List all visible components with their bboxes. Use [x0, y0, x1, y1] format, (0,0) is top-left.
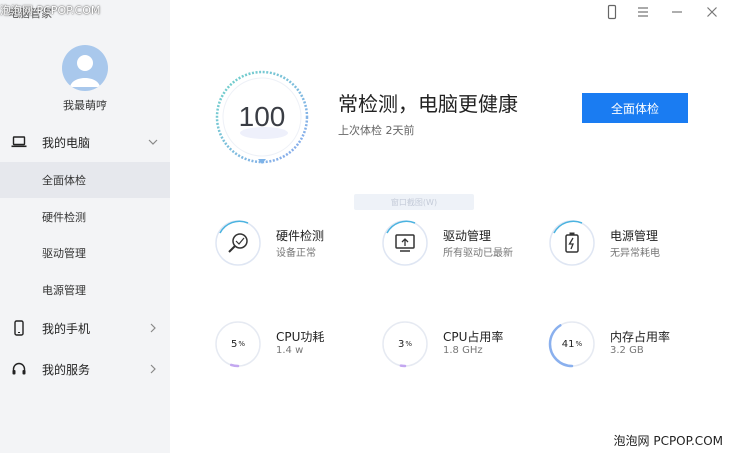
sidebar-group-my-phone[interactable]: 我的手机 — [0, 310, 170, 346]
watermark-bottom: 泡泡网 PCPOP.COM — [610, 432, 726, 449]
metric-unit: % — [575, 340, 583, 348]
metric-percent: 41% — [548, 320, 596, 368]
health-score: 100 — [238, 101, 286, 132]
laptop-icon — [11, 136, 27, 148]
feature-status: 无异常耗电 — [610, 248, 660, 259]
metric-value: 41 — [561, 338, 575, 350]
sidebar-group-label: 我的手机 — [42, 321, 91, 336]
last-check-time: 上次体检 2天前 — [338, 124, 415, 137]
feature-title: 驱动管理 — [443, 229, 492, 243]
sidebar-item-driver-management[interactable]: 驱动管理 — [0, 235, 170, 271]
metric-value: 5 — [230, 338, 238, 350]
avatar[interactable] — [62, 45, 108, 91]
sidebar-group-my-services[interactable]: 我的服务 — [0, 351, 170, 387]
phone-icon — [14, 320, 24, 336]
feature-card-driver-management[interactable]: 驱动管理 所有驱动已最新 — [381, 219, 531, 267]
full-check-button[interactable]: 全面体检 — [582, 93, 688, 123]
metric-unit: % — [405, 340, 413, 348]
sidebar-item-label: 硬件检测 — [42, 211, 86, 224]
sidebar-group-my-computer[interactable]: 我的电脑 — [0, 124, 170, 160]
sidebar-group-label: 我的电脑 — [42, 135, 91, 150]
feature-status: 设备正常 — [276, 248, 316, 259]
metric-title: CPU功耗 — [276, 330, 325, 344]
minimize-icon[interactable] — [669, 4, 685, 20]
metric-cpu-power: 5% CPU功耗 1.4 w — [214, 320, 364, 368]
sidebar-item-hardware-check[interactable]: 硬件检测 — [0, 199, 170, 235]
sidebar: 电脑管家 我最萌哼 我的电脑 全面体检 硬件检测 驱动管理 电源管理 我的手机 … — [0, 0, 170, 453]
metric-title: CPU占用率 — [443, 330, 504, 344]
user-silhouette-icon — [70, 55, 100, 87]
feature-title: 电源管理 — [610, 229, 659, 243]
page-headline: 常检测，电脑更健康 — [338, 92, 518, 116]
metric-detail: 3.2 GB — [610, 345, 644, 356]
screenshot-overlay-label: 窗口截图(W) — [354, 194, 474, 210]
metric-percent: 3% — [381, 320, 429, 368]
feature-card-hardware-check[interactable]: 硬件检测 设备正常 — [214, 219, 364, 267]
phone-connect-button[interactable] — [604, 4, 620, 20]
sidebar-item-power-management[interactable]: 电源管理 — [0, 272, 170, 308]
chevron-right-icon — [150, 364, 156, 374]
metric-detail: 1.8 GHz — [443, 345, 483, 356]
close-icon[interactable] — [704, 4, 720, 20]
metric-value: 3 — [397, 338, 405, 350]
metric-memory-usage: 41% 内存占用率 3.2 GB — [548, 320, 698, 368]
chevron-right-icon — [150, 323, 156, 333]
metric-percent: 5% — [214, 320, 262, 368]
sidebar-item-label: 电源管理 — [42, 284, 86, 297]
metric-unit: % — [238, 340, 246, 348]
sidebar-item-label: 全面体检 — [42, 174, 86, 187]
driver-icon — [382, 220, 428, 266]
metric-title: 内存占用率 — [610, 330, 671, 344]
sidebar-item-label: 驱动管理 — [42, 247, 86, 260]
chevron-down-icon — [148, 139, 158, 145]
power-icon — [549, 220, 595, 266]
feature-card-power-management[interactable]: 电源管理 无异常耗电 — [548, 219, 698, 267]
headset-icon — [12, 362, 26, 375]
metric-detail: 1.4 w — [276, 345, 304, 356]
feature-status: 所有驱动已最新 — [443, 248, 513, 259]
metric-cpu-usage: 3% CPU占用率 1.8 GHz — [381, 320, 531, 368]
menu-icon[interactable] — [635, 4, 651, 20]
sidebar-item-full-check[interactable]: 全面体检 — [0, 162, 170, 198]
feature-title: 硬件检测 — [276, 229, 325, 243]
watermark-top: 泡泡网 PCPOP.COM — [0, 4, 101, 17]
sidebar-group-label: 我的服务 — [42, 362, 91, 377]
hardware-check-icon — [215, 220, 261, 266]
user-name: 我最萌哼 — [63, 99, 107, 112]
